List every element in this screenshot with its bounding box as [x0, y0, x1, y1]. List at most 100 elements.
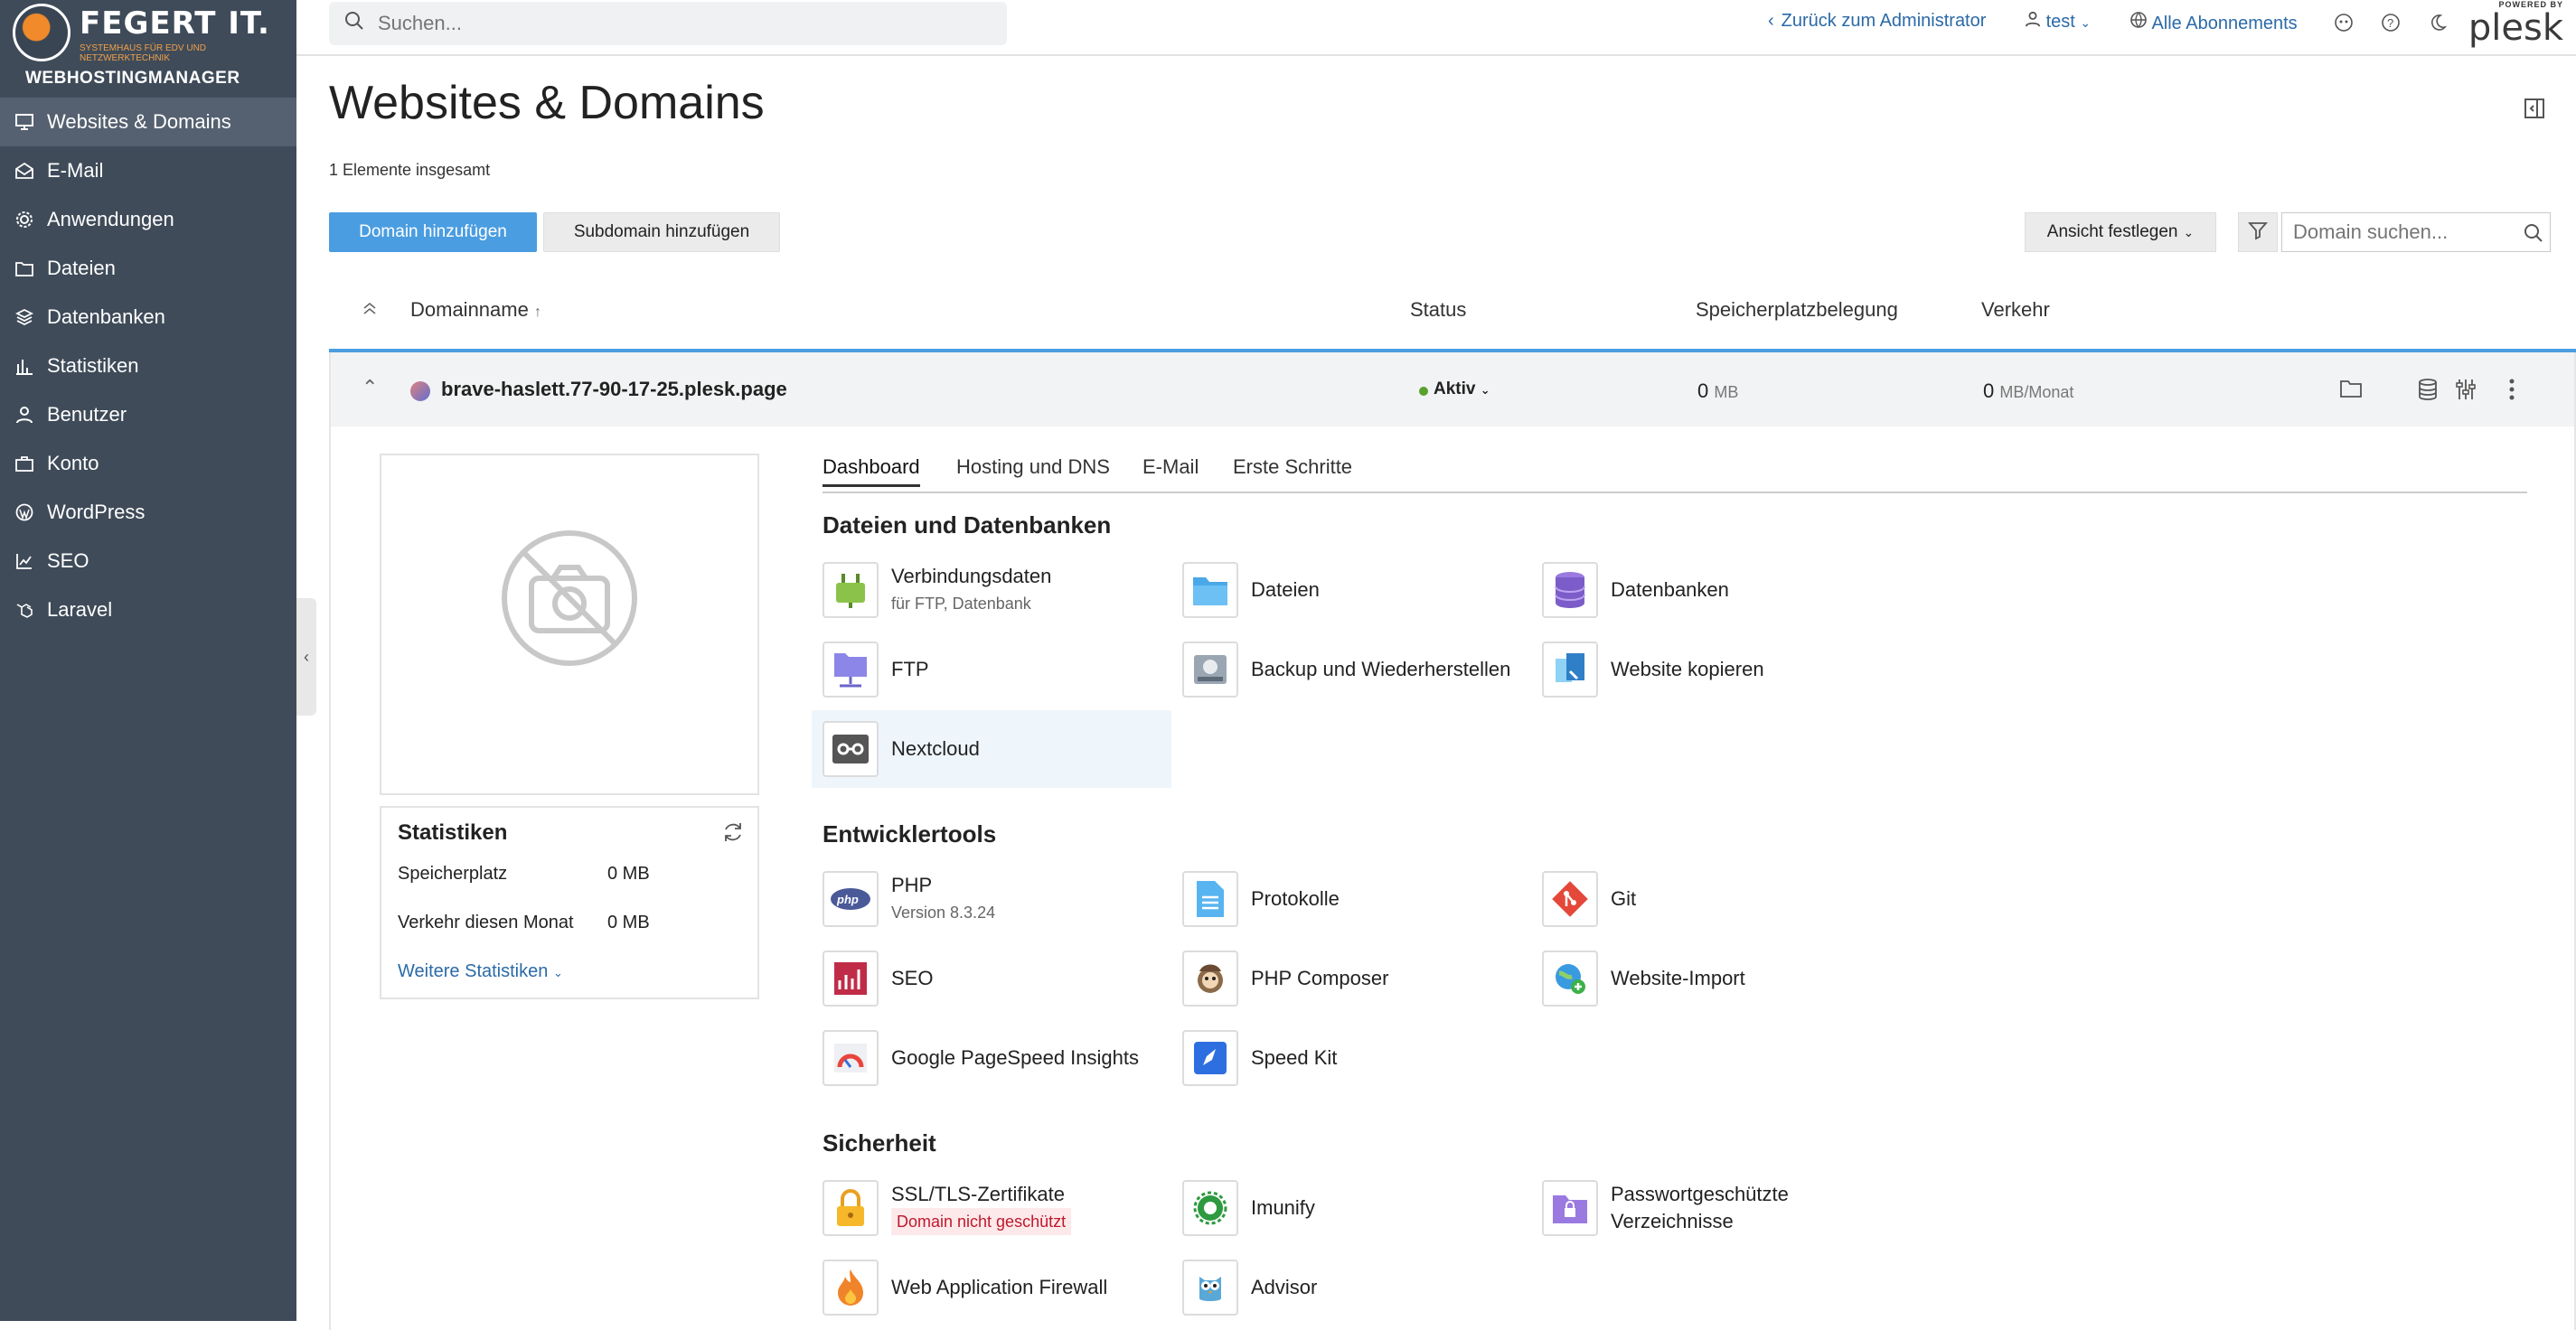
- tab-erste-schritte[interactable]: Erste Schritte: [1233, 455, 1352, 484]
- panel-toggle-icon[interactable]: [2524, 98, 2545, 119]
- status-dot-icon: [1419, 387, 1428, 396]
- help-icon[interactable]: ?: [2379, 11, 2402, 34]
- sidebar-item-statistiken[interactable]: Statistiken: [0, 342, 296, 390]
- tool-protected-dirs[interactable]: Passwortgeschützte Verzeichnisse: [1531, 1169, 1891, 1247]
- tool-website-import[interactable]: Website-Import: [1531, 940, 1891, 1017]
- more-options-icon[interactable]: [2507, 378, 2516, 406]
- brand-title: FEGERT IT.: [80, 5, 270, 42]
- global-search[interactable]: [329, 2, 1007, 45]
- sidebar-item-label: Websites & Domains: [47, 110, 231, 133]
- user-icon: [14, 405, 34, 425]
- tool-seo[interactable]: SEO: [812, 940, 1171, 1017]
- tool-ftp[interactable]: FTP: [812, 631, 1171, 708]
- tab-dashboard[interactable]: Dashboard: [823, 455, 920, 487]
- settings-sliders-icon[interactable]: [2455, 378, 2477, 406]
- monitor-icon: [14, 112, 34, 132]
- flame-icon: [823, 1260, 879, 1316]
- tool-label: Advisor: [1251, 1276, 1318, 1298]
- tool-website-kopieren[interactable]: Website kopieren: [1531, 631, 1891, 708]
- col-domain-header[interactable]: Domainname ↑: [410, 298, 541, 322]
- sidebar-item-laravel[interactable]: Laravel: [0, 585, 296, 634]
- tool-php[interactable]: php PHP Version 8.3.24: [812, 860, 1171, 938]
- database-icon[interactable]: [2417, 378, 2439, 406]
- tool-verbindungsdaten[interactable]: Verbindungsdaten für FTP, Datenbank: [812, 551, 1171, 629]
- nextcloud-icon: [823, 721, 879, 777]
- all-subscriptions-link[interactable]: Alle Abonnements: [2129, 11, 2298, 34]
- domain-favicon-icon: [410, 381, 430, 401]
- sidebar-item-wordpress[interactable]: WordPress: [0, 488, 296, 537]
- sidebar-item-benutzer[interactable]: Benutzer: [0, 390, 296, 439]
- search-icon: [343, 10, 365, 37]
- add-subdomain-button[interactable]: Subdomain hinzufügen: [543, 212, 780, 252]
- tool-label: SEO: [891, 967, 934, 989]
- search-input[interactable]: [378, 12, 974, 35]
- back-to-admin-link[interactable]: ‹ Zurück zum Administrator: [1768, 11, 1986, 32]
- statistics-panel: Statistiken Speicherplatz 0 MB Verkehr d…: [380, 806, 759, 999]
- tool-speed-kit[interactable]: Speed Kit: [1171, 1019, 1531, 1097]
- tool-label: Google PageSpeed Insights: [891, 1046, 1139, 1069]
- tool-protokolle[interactable]: Protokolle: [1171, 860, 1531, 938]
- tool-pagespeed[interactable]: Google PageSpeed Insights: [812, 1019, 1171, 1097]
- stat-disk-value: 0 MB: [607, 864, 650, 884]
- tool-label: Website kopieren: [1611, 658, 1764, 680]
- sidebar-item-seo[interactable]: SEO: [0, 537, 296, 585]
- collapse-all-icon[interactable]: [362, 298, 378, 322]
- statistics-title: Statistiken: [398, 820, 508, 845]
- tool-dateien[interactable]: Dateien: [1171, 551, 1531, 629]
- tool-imunify[interactable]: Imunify: [1171, 1169, 1531, 1247]
- svg-text:php: php: [836, 893, 859, 906]
- sidebar-item-anwendungen[interactable]: Anwendungen: [0, 195, 296, 244]
- search-icon[interactable]: [2523, 222, 2544, 249]
- sidebar-item-dateien[interactable]: Dateien: [0, 244, 296, 293]
- plesk-logo[interactable]: POWERED BY plesk: [2468, 0, 2563, 51]
- tool-nextcloud[interactable]: Nextcloud: [812, 710, 1171, 788]
- user-icon: [2025, 11, 2041, 32]
- chevron-down-icon: ⌄: [2080, 15, 2092, 30]
- mascot-icon[interactable]: [2332, 11, 2355, 34]
- sort-arrow-icon: ↑: [533, 304, 541, 320]
- add-domain-button[interactable]: Domain hinzufügen: [329, 212, 537, 252]
- brand-logo[interactable]: FEGERT IT. SYSTEMHAUS FÜR EDV UND NETZWE…: [0, 0, 296, 96]
- filter-button[interactable]: [2238, 212, 2278, 252]
- backup-icon: [1182, 642, 1238, 698]
- col-traffic-header[interactable]: Verkehr: [1981, 298, 2050, 322]
- tab-hosting-dns[interactable]: Hosting und DNS: [956, 455, 1110, 484]
- status-dropdown[interactable]: Aktiv ⌄: [1434, 379, 1490, 399]
- col-disk-header[interactable]: Speicherplatzbelegung: [1696, 298, 1898, 322]
- website-preview[interactable]: [380, 454, 759, 795]
- gauge-icon: [823, 1030, 879, 1086]
- tool-datenbanken[interactable]: Datenbanken: [1531, 551, 1891, 629]
- col-status-header[interactable]: Status: [1410, 298, 1466, 322]
- sidebar-item-konto[interactable]: Konto: [0, 439, 296, 488]
- refresh-icon[interactable]: [721, 820, 745, 848]
- sidebar-item-datenbanken[interactable]: Datenbanken: [0, 293, 296, 342]
- user-menu[interactable]: test ⌄: [2025, 11, 2091, 33]
- tool-ssl-tls[interactable]: SSL/TLS-Zertifikate Domain nicht geschütz…: [812, 1169, 1171, 1247]
- wordpress-icon: [14, 502, 34, 522]
- domain-search[interactable]: [2281, 212, 2551, 252]
- file-manager-icon[interactable]: [2339, 378, 2363, 404]
- tool-label: Dateien: [1251, 578, 1320, 601]
- disk-unit: MB: [1714, 383, 1739, 401]
- tab-email[interactable]: E-Mail: [1142, 455, 1199, 484]
- mail-icon: [14, 161, 34, 181]
- sidebar-item-email[interactable]: E-Mail: [0, 146, 296, 195]
- tool-git[interactable]: Git: [1531, 860, 1891, 938]
- tool-label: SSL/TLS-Zertifikate: [891, 1183, 1065, 1205]
- more-statistics-link[interactable]: Weitere Statistiken ⌄: [398, 961, 563, 982]
- tool-advisor[interactable]: Advisor: [1171, 1249, 1531, 1326]
- ssl-warning-badge: Domain nicht geschützt: [891, 1208, 1072, 1235]
- domain-name-link[interactable]: brave-haslett.77-90-17-25.plesk.page: [441, 378, 787, 401]
- tool-label: Speed Kit: [1251, 1046, 1338, 1069]
- folder-icon: [14, 258, 34, 278]
- tool-php-composer[interactable]: PHP Composer: [1171, 940, 1531, 1017]
- tool-backup[interactable]: Backup und Wiederherstellen: [1171, 631, 1531, 708]
- chevron-down-icon: ⌄: [1480, 383, 1490, 397]
- collapse-row-icon[interactable]: ⌃: [362, 376, 378, 399]
- domain-search-input[interactable]: [2293, 220, 2510, 244]
- dark-mode-icon[interactable]: [2426, 11, 2449, 34]
- sidebar-item-websites-domains[interactable]: Websites & Domains: [0, 98, 296, 146]
- tool-waf[interactable]: Web Application Firewall: [812, 1249, 1171, 1326]
- view-settings-button[interactable]: Ansicht festlegen ⌄: [2025, 212, 2216, 252]
- topbar: ‹ Zurück zum Administrator test ⌄ Alle Ab…: [296, 0, 2576, 56]
